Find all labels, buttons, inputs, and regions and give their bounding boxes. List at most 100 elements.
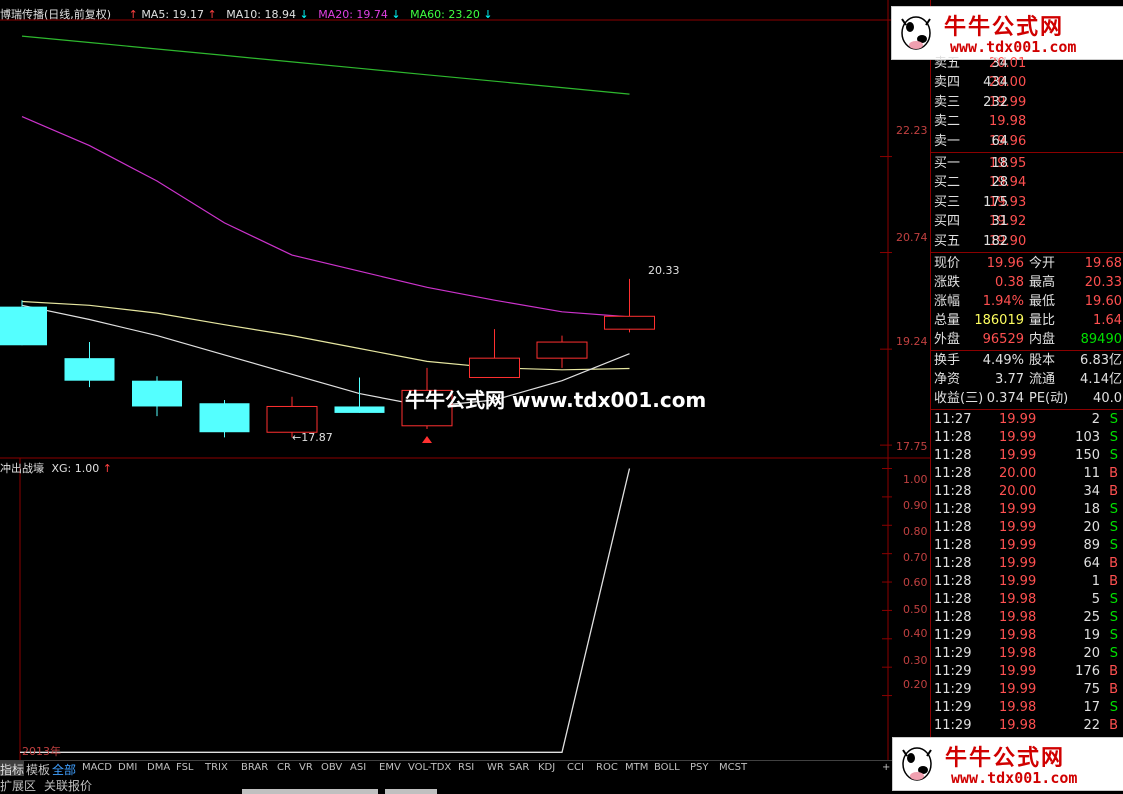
indicator-tab[interactable]: KDJ	[538, 762, 555, 773]
tab-related-quote[interactable]: 关联报价	[44, 777, 92, 794]
tick-time: 11:27	[934, 412, 972, 427]
indicator-tab[interactable]: TRIX	[205, 762, 228, 773]
ma20-line	[21, 116, 630, 318]
indicator-tab[interactable]: PSY	[690, 762, 709, 773]
indicator-tab[interactable]: BOLL	[654, 762, 680, 773]
tick-row: 11:28 19.99 150 S	[931, 447, 1123, 465]
ask-label: 卖二	[934, 114, 961, 130]
indicator-tab[interactable]: FSL	[176, 762, 194, 773]
chart-area[interactable]: 博瑞传播(日线,前复权) ↑ MA5: 19.17 ↑ MA10: 18.94 …	[0, 0, 930, 760]
indicator-tab[interactable]: DMA	[147, 762, 170, 773]
scroll-thumb-2[interactable]	[385, 789, 437, 794]
tick-side: S	[1109, 646, 1118, 661]
xg-line	[20, 468, 631, 753]
stat-value: 96529	[982, 332, 1024, 347]
indicator-tab[interactable]: CCI	[567, 762, 584, 773]
tick-row: 11:29 19.98 19 S	[931, 627, 1123, 645]
indicator-tab[interactable]: MCST	[719, 762, 747, 773]
bid-label: 买一	[934, 156, 961, 171]
ask-volume: 434	[983, 75, 1008, 91]
ind-axis-label: 0.30	[903, 654, 928, 667]
indicator-tab[interactable]: CR	[277, 762, 291, 773]
stat-label: 外盘	[934, 332, 961, 347]
stat-row: 换手 4.49% 股本 6.83亿	[931, 351, 1123, 370]
ask-row: 卖一 19.96 64	[931, 132, 1123, 151]
indicator-tab[interactable]: WR	[487, 762, 504, 773]
scroll-thumb[interactable]	[242, 789, 378, 794]
indicator-value: XG: 1.00	[51, 462, 100, 475]
cow-icon	[897, 742, 937, 786]
ask-volume: 64	[991, 133, 1008, 149]
tick-volume: 22	[1083, 718, 1100, 733]
tick-price: 19.99	[999, 538, 1037, 553]
indicator-tab[interactable]: EMV	[379, 762, 401, 773]
stat-row: 涨跌 0.38 最高 20.33	[931, 273, 1123, 292]
ma20-trend: ↓	[391, 8, 401, 21]
tick-side: S	[1109, 520, 1118, 535]
indicator-tab[interactable]: MACD	[82, 762, 112, 773]
stat-label: 收益(三)	[934, 391, 984, 406]
kline-chart[interactable]	[0, 0, 930, 760]
tick-price: 19.99	[999, 430, 1037, 445]
add-tab-button[interactable]: +	[882, 762, 890, 773]
logo-url: www.tdx001.com	[951, 769, 1078, 787]
indicator-tab[interactable]: RSI	[458, 762, 474, 773]
indicator-tab[interactable]: VR	[299, 762, 313, 773]
indicator-tab[interactable]: VOL-TDX	[408, 762, 451, 773]
ma20-label: MA20: 19.74	[318, 8, 388, 21]
tick-volume: 64	[1083, 556, 1100, 571]
indicator-tab[interactable]: BRAR	[241, 762, 268, 773]
indicator-tab[interactable]: DMI	[118, 762, 137, 773]
tick-row: 11:29 19.99 176 B	[931, 663, 1123, 681]
ask-row: 卖二 19.98	[931, 112, 1123, 131]
tick-volume: 2	[1091, 412, 1100, 427]
indicator-tab[interactable]: OBV	[321, 762, 342, 773]
stock-title: 博瑞传播(日线,前复权)	[0, 8, 112, 21]
ma10-trend: ↓	[299, 8, 309, 21]
tick-side: B	[1109, 484, 1118, 499]
indicator-name: 冲出战壕	[0, 462, 44, 475]
stat-value: 0.38	[995, 275, 1024, 290]
tick-time: 11:28	[934, 448, 972, 463]
tick-row: 11:29 19.98 22 B	[931, 717, 1123, 735]
stat-row: 现价 19.96 今开 19.68	[931, 254, 1123, 273]
indicator-tab[interactable]: SAR	[509, 762, 529, 773]
tick-row: 11:28 20.00 34 B	[931, 483, 1123, 501]
stat-value: 0.374	[986, 391, 1024, 406]
bid-volume: 28	[991, 175, 1008, 191]
ma5-label: MA5: 19.17	[141, 8, 205, 21]
indicator-tab[interactable]: ROC	[596, 762, 618, 773]
stat-row: 总量 186019 量比 1.64	[931, 311, 1123, 330]
indicator-tab[interactable]: ASI	[350, 762, 366, 773]
tick-side: S	[1109, 592, 1118, 607]
ma5-trend: ↑	[207, 8, 217, 21]
tick-row: 11:28 19.99 20 S	[931, 519, 1123, 537]
tick-price: 19.99	[999, 520, 1037, 535]
indicator-tab[interactable]: MTM	[625, 762, 648, 773]
stat-label: 量比	[1029, 313, 1056, 328]
tab-extension[interactable]: 扩展区	[0, 777, 36, 794]
tick-side: B	[1109, 556, 1118, 571]
tick-side: S	[1109, 502, 1118, 517]
ask-volume: 232	[983, 94, 1008, 110]
price-axis-label: 20.74	[896, 231, 928, 244]
candle-body	[536, 341, 588, 359]
tick-price: 19.99	[999, 682, 1037, 697]
ind-axis-label: 0.50	[903, 603, 928, 616]
stat-row: 净资 3.77 流通 4.14亿	[931, 370, 1123, 389]
tick-side: B	[1109, 682, 1118, 697]
stat-value: 1.94%	[982, 294, 1024, 309]
logo-bottom: 牛牛公式网 www.tdx001.com	[892, 737, 1123, 791]
tick-time: 11:28	[934, 610, 972, 625]
year-label: 2013年	[22, 745, 61, 758]
tick-price: 19.99	[999, 412, 1037, 427]
ind-axis-label: 0.70	[903, 551, 928, 564]
stat-label: 股本	[1029, 353, 1056, 368]
tick-row: 11:28 19.99 89 S	[931, 537, 1123, 555]
ind-axis-label: 0.60	[903, 576, 928, 589]
stat-label: 最高	[1029, 275, 1056, 290]
tick-volume: 25	[1083, 610, 1100, 625]
ask-label: 卖三	[934, 94, 961, 110]
candle-body	[64, 358, 115, 381]
tick-volume: 103	[1075, 430, 1100, 445]
